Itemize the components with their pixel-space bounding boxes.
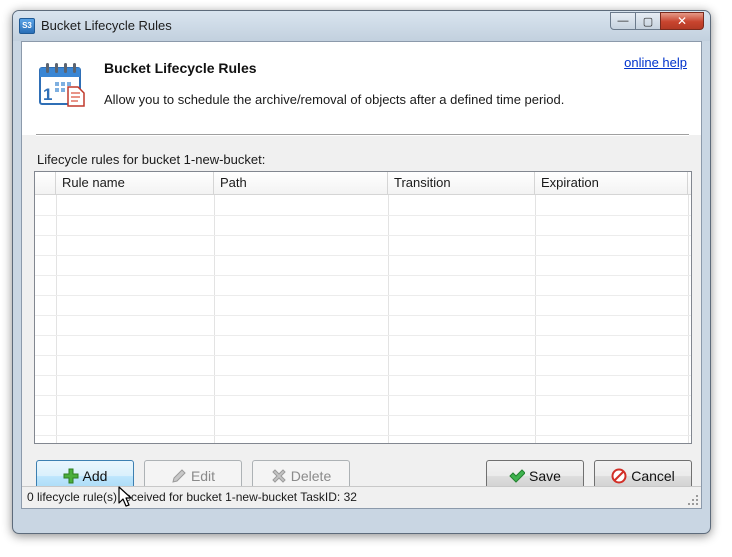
close-button[interactable]: ✕ bbox=[660, 12, 704, 30]
mouse-pointer-icon bbox=[118, 486, 132, 507]
grid-divider bbox=[688, 195, 689, 443]
save-button-label: Save bbox=[529, 468, 561, 484]
status-text: 0 lifecycle rule(s) received for bucket … bbox=[27, 490, 357, 504]
dialog-client: 1 Bucket Lifecycle Rules Allow you to sc… bbox=[21, 41, 702, 509]
rules-table[interactable]: Rule name Path Transition Expiration bbox=[34, 171, 692, 444]
caption-buttons: — ▢ ✕ bbox=[610, 12, 704, 32]
column-header-path[interactable]: Path bbox=[214, 172, 388, 194]
grid-row-line bbox=[35, 295, 691, 296]
title-bar[interactable]: S3 Bucket Lifecycle Rules — ▢ ✕ bbox=[13, 11, 710, 41]
header-band: 1 Bucket Lifecycle Rules Allow you to sc… bbox=[22, 42, 701, 135]
table-header: Rule name Path Transition Expiration bbox=[35, 172, 691, 195]
minimize-button[interactable]: — bbox=[610, 12, 636, 30]
grid-divider bbox=[214, 195, 215, 443]
grid-row-line bbox=[35, 215, 691, 216]
grid-row-line bbox=[35, 415, 691, 416]
delete-button-label: Delete bbox=[290, 468, 332, 484]
minimize-icon: — bbox=[617, 15, 629, 27]
checkmark-icon bbox=[509, 469, 526, 483]
grid-row-line bbox=[35, 335, 691, 336]
grid-divider bbox=[56, 195, 57, 443]
pencil-icon bbox=[172, 469, 186, 483]
column-header-expiration[interactable]: Expiration bbox=[535, 172, 688, 194]
edit-button-label: Edit bbox=[190, 468, 216, 484]
column-header-transition[interactable]: Transition bbox=[388, 172, 535, 194]
add-button-label: Add bbox=[82, 468, 108, 484]
close-icon: ✕ bbox=[676, 14, 688, 28]
grid-divider bbox=[535, 195, 536, 443]
app-icon: S3 bbox=[19, 18, 35, 34]
maximize-icon: ▢ bbox=[642, 15, 654, 28]
resize-grip-icon[interactable] bbox=[687, 494, 699, 506]
rules-label: Lifecycle rules for bucket 1-new-bucket: bbox=[37, 152, 266, 167]
grid-row-line bbox=[35, 375, 691, 376]
column-header-rule-name[interactable]: Rule name bbox=[56, 172, 214, 194]
header-title: Bucket Lifecycle Rules bbox=[104, 60, 257, 76]
calendar-icon: 1 bbox=[39, 63, 85, 107]
plus-icon bbox=[63, 468, 79, 484]
grid-row-line bbox=[35, 435, 691, 436]
delete-x-icon bbox=[272, 469, 286, 483]
grid-row-line bbox=[35, 275, 691, 276]
dialog-window: S3 Bucket Lifecycle Rules — ▢ ✕ 1 Bucket… bbox=[12, 10, 711, 534]
grid-row-line bbox=[35, 235, 691, 236]
online-help-link[interactable]: online help bbox=[624, 55, 687, 70]
grid-row-line bbox=[35, 255, 691, 256]
header-description: Allow you to schedule the archive/remova… bbox=[104, 92, 565, 107]
grid-row-line bbox=[35, 355, 691, 356]
window-title: Bucket Lifecycle Rules bbox=[41, 18, 172, 33]
row-header-corner bbox=[35, 172, 56, 194]
grid-row-line bbox=[35, 395, 691, 396]
grid-divider bbox=[388, 195, 389, 443]
svg-text:1: 1 bbox=[43, 85, 52, 104]
header-separator bbox=[36, 134, 689, 136]
maximize-button[interactable]: ▢ bbox=[635, 12, 661, 30]
cancel-button-label: Cancel bbox=[631, 468, 675, 484]
grid-row-line bbox=[35, 315, 691, 316]
no-entry-icon bbox=[611, 468, 627, 484]
